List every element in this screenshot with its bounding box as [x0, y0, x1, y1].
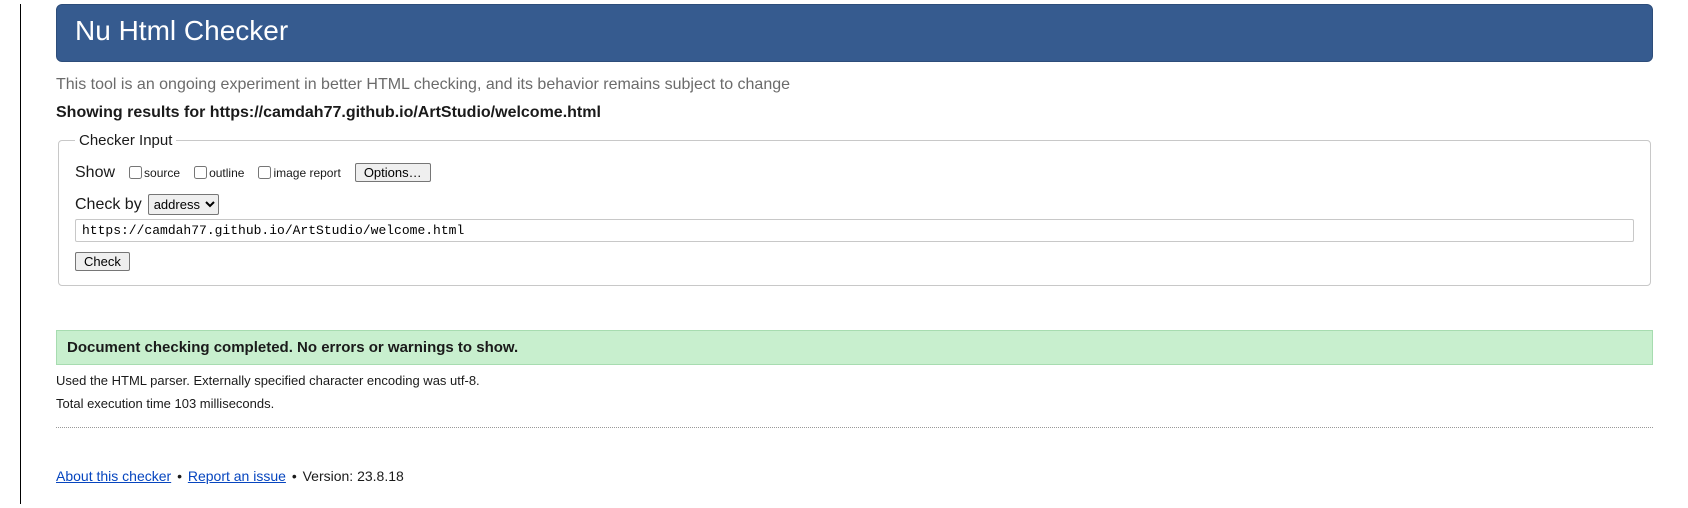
about-link[interactable]: About this checker — [56, 468, 171, 484]
parser-info: Used the HTML parser. Externally specifi… — [56, 373, 1653, 388]
show-label: Show — [75, 164, 115, 182]
execution-time: Total execution time 103 milliseconds. — [56, 396, 1653, 411]
options-button[interactable]: Options… — [355, 163, 431, 182]
footer: About this checker • Report an issue • V… — [56, 468, 1653, 484]
separator: • — [292, 468, 297, 484]
page-title: Nu Html Checker — [75, 15, 1634, 47]
checker-input-legend: Checker Input — [75, 132, 176, 149]
checkbox-image-report-label: image report — [273, 166, 340, 180]
show-options-row: Show source outline image report Options… — [75, 163, 1634, 182]
report-issue-link[interactable]: Report an issue — [188, 468, 286, 484]
checkbox-outline[interactable] — [194, 166, 207, 179]
results-heading: Showing results for https://camdah77.git… — [56, 104, 1653, 122]
divider — [56, 427, 1653, 428]
check-button[interactable]: Check — [75, 252, 130, 271]
checkbox-source-wrap[interactable]: source — [129, 166, 180, 180]
checkbox-outline-label: outline — [209, 166, 244, 180]
check-by-select[interactable]: address — [148, 194, 219, 215]
version-label: Version: 23.8.18 — [303, 468, 404, 484]
checkbox-image-report[interactable] — [258, 166, 271, 179]
checkbox-source[interactable] — [129, 166, 142, 179]
checkbox-source-label: source — [144, 166, 180, 180]
checkbox-outline-wrap[interactable]: outline — [194, 166, 244, 180]
header-banner: Nu Html Checker — [56, 4, 1653, 62]
checkbox-image-report-wrap[interactable]: image report — [258, 166, 340, 180]
tagline: This tool is an ongoing experiment in be… — [56, 76, 1653, 94]
separator: • — [177, 468, 182, 484]
checker-input-fieldset: Checker Input Show source outline image … — [58, 132, 1651, 286]
check-by-label: Check by — [75, 196, 142, 214]
url-input[interactable] — [75, 219, 1634, 242]
success-message: Document checking completed. No errors o… — [56, 330, 1653, 365]
check-by-row: Check by address — [75, 194, 1634, 215]
